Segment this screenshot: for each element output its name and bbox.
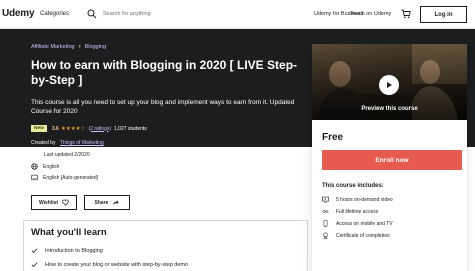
- learn-item-text: How to create your blog or website with …: [45, 261, 189, 268]
- share-arrow-icon: [113, 200, 120, 205]
- created-by-label: Created by: [31, 140, 56, 146]
- include-item-text: 5 hours on-demand video: [336, 196, 393, 203]
- check-icon: [31, 262, 38, 267]
- rating-value: 3.6: [51, 125, 59, 132]
- chevron-right-icon: ›: [78, 44, 81, 50]
- udemy-logo[interactable]: Udemy: [2, 8, 35, 19]
- captions-row: English [Auto-generated]: [31, 174, 98, 181]
- language-text: English: [43, 163, 60, 170]
- share-label: Share: [94, 199, 109, 206]
- learn-item-text: Introduction to Blogging: [45, 247, 103, 254]
- rating-row: New 3.6 ★★★★☆ (2 ratings) 1,027 students: [31, 125, 147, 132]
- preview-label[interactable]: Preview this course: [312, 106, 467, 112]
- include-item: 5 hours on-demand video: [322, 196, 393, 203]
- heart-icon: [62, 199, 69, 206]
- categories-menu[interactable]: Categories: [40, 11, 69, 17]
- enroll-now-button[interactable]: Enroll now: [322, 150, 462, 170]
- include-item-text: Certificate of completion: [336, 232, 390, 239]
- includes-title: This course includes:: [322, 183, 384, 189]
- course-subtitle: This course is all you need to set up yo…: [31, 99, 295, 115]
- include-item-text: Full lifetime access: [336, 208, 379, 215]
- share-button[interactable]: Share: [84, 195, 130, 210]
- last-updated-text: Last updated 2/2020: [44, 152, 90, 158]
- include-item: Certificate of completion: [322, 232, 390, 239]
- new-badge: New: [31, 125, 47, 132]
- breadcrumb-item-affiliate-marketing[interactable]: Affiliate Marketing: [31, 44, 75, 50]
- mobile-icon: [323, 220, 328, 227]
- check-icon: [31, 248, 38, 253]
- captions-text: English [Auto-generated]: [43, 174, 99, 181]
- course-price: Free: [322, 132, 344, 143]
- star-rating-icon: ★★★★☆: [60, 125, 86, 132]
- include-item: Full lifetime access: [322, 208, 378, 215]
- top-header: Udemy Categories Udemy for Business Teac…: [0, 0, 475, 29]
- language-row: English: [31, 163, 59, 170]
- learn-item: Introduction to Blogging: [31, 247, 103, 254]
- learn-item: How to create your blog or website with …: [31, 261, 188, 268]
- login-button[interactable]: Log in: [420, 6, 467, 23]
- globe-icon: [31, 163, 38, 170]
- author-link[interactable]: Things of Marketing: [60, 140, 104, 146]
- play-button-icon[interactable]: [379, 75, 399, 95]
- last-updated: Last updated 2/2020: [44, 152, 90, 158]
- created-by: Created by Things of Marketing: [31, 140, 104, 146]
- what-youll-learn-title: What you'll learn: [31, 227, 107, 238]
- include-item-text: Access on mobile and TV: [336, 220, 393, 227]
- video-icon: [322, 196, 329, 203]
- breadcrumb: Affiliate Marketing › Blogging: [31, 44, 106, 50]
- search-icon[interactable]: [87, 9, 97, 19]
- include-item: Access on mobile and TV: [322, 220, 393, 227]
- ratings-count-link[interactable]: (2 ratings): [88, 126, 111, 132]
- search-input[interactable]: [103, 11, 273, 17]
- certificate-icon: [323, 232, 328, 239]
- wishlist-button[interactable]: Wishlist: [31, 195, 77, 210]
- breadcrumb-item-blogging[interactable]: Blogging: [85, 44, 106, 50]
- search-bar[interactable]: [84, 5, 284, 23]
- course-title: How to earn with Blogging in 2020 [ LIVE…: [31, 58, 298, 87]
- infinity-icon: [322, 210, 329, 213]
- captions-icon: [31, 174, 38, 181]
- wishlist-label: Wishlist: [38, 199, 59, 206]
- teach-on-udemy-link[interactable]: Teach on Udemy: [350, 11, 391, 17]
- student-count: 1,027 students: [114, 125, 147, 132]
- cart-icon[interactable]: [401, 9, 411, 19]
